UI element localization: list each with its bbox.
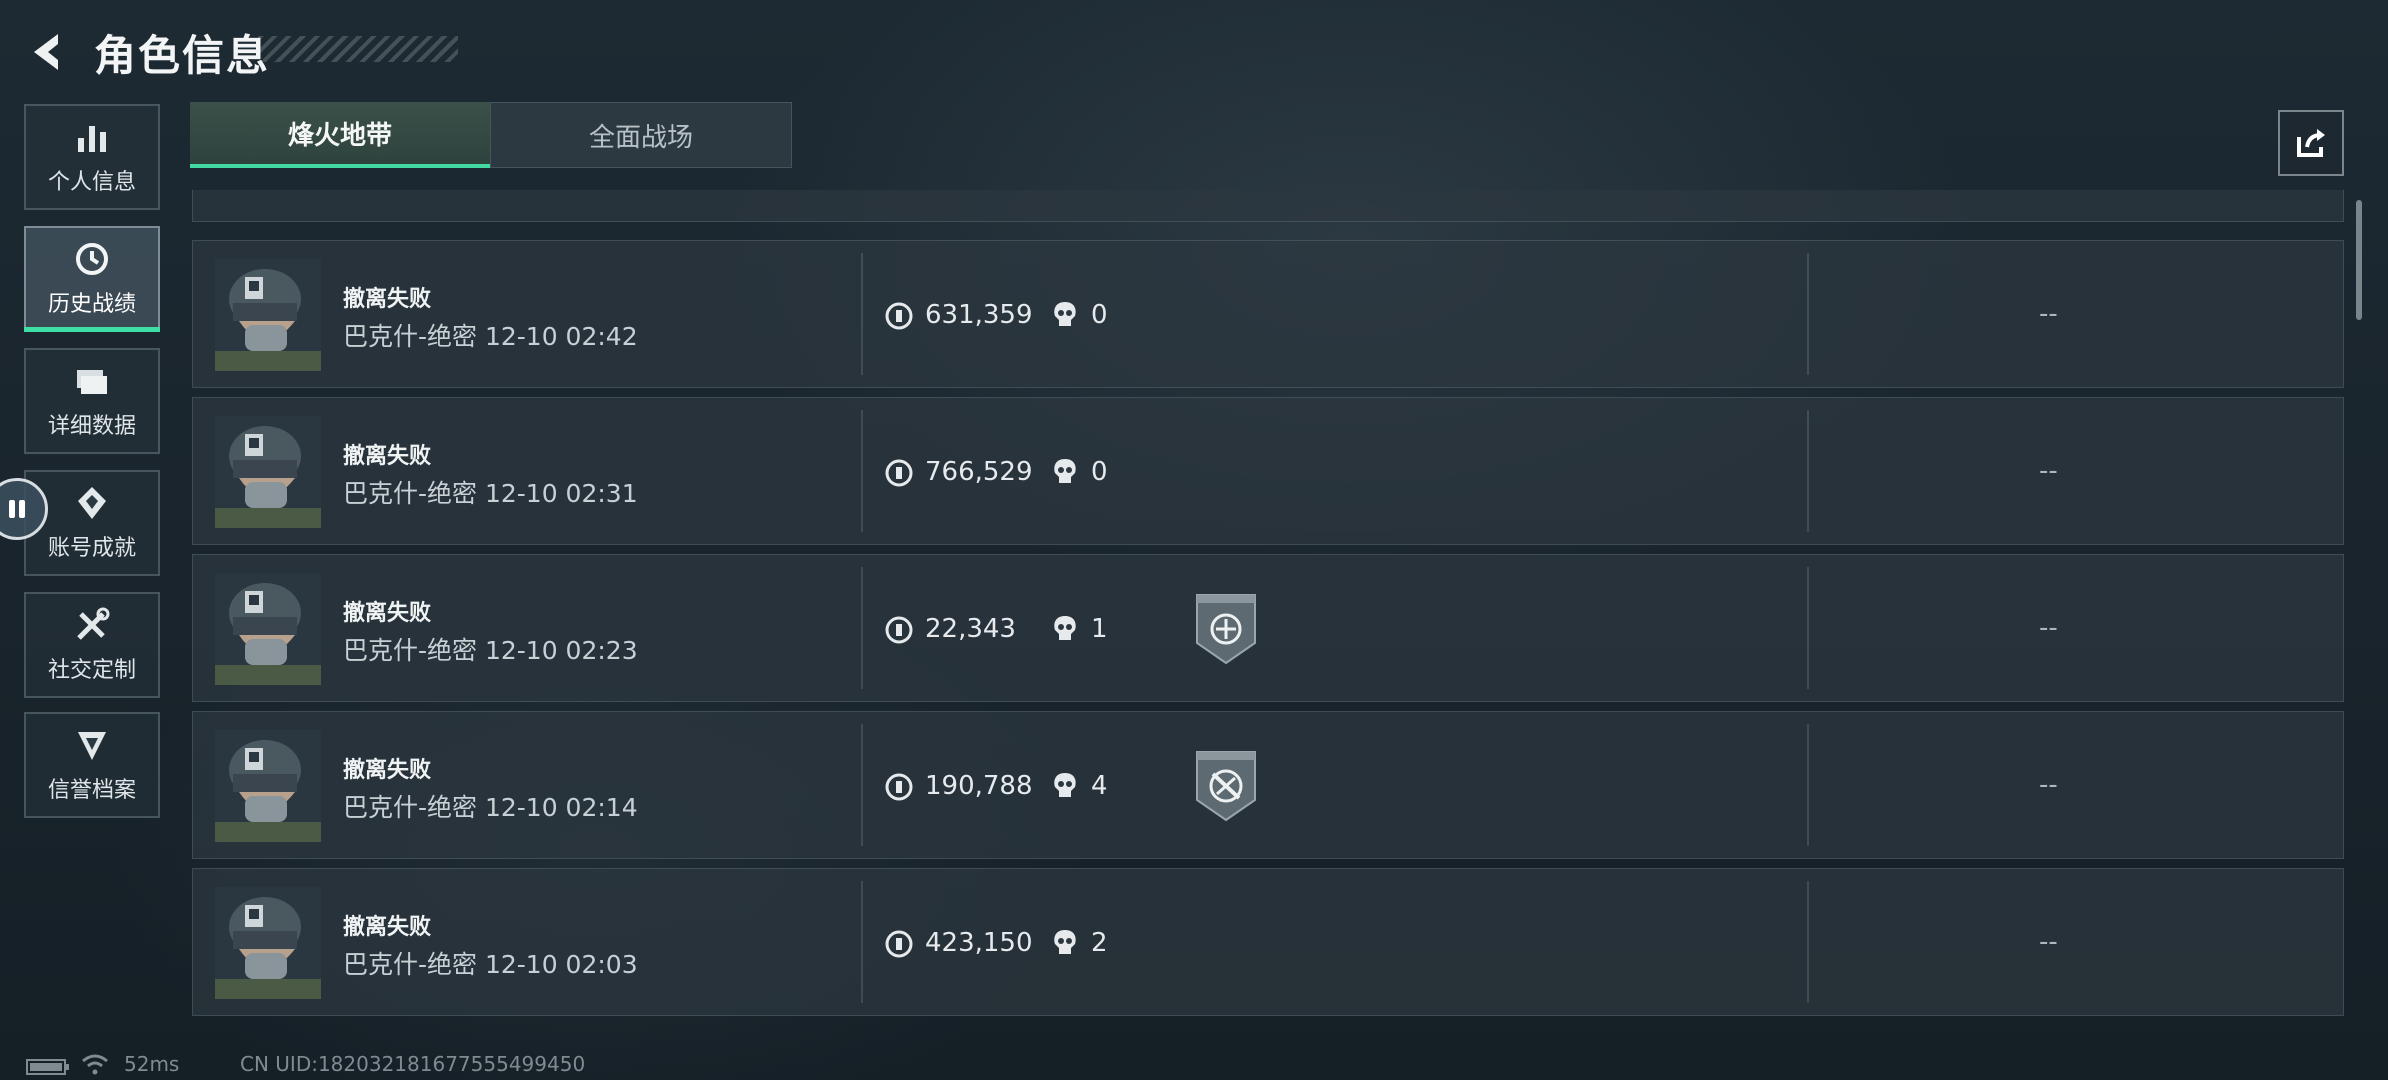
record-map-time: 巴克什-绝密 12-10 02:23 [343, 636, 638, 665]
record-row[interactable]: 撤离失败 巴克什-绝密 12-10 02:23 22,343 1 -- [192, 554, 2344, 702]
record-result: -- [2039, 456, 2058, 486]
tools-icon [77, 607, 110, 640]
record-kills: 0 [1091, 457, 1108, 487]
coin-icon [885, 459, 913, 487]
achievement-icon [78, 487, 106, 519]
sidebar-item-reputation[interactable]: 信誉档案 [24, 712, 160, 818]
record-title: 撤离失败 [343, 915, 432, 940]
sidebar-item-label: 信誉档案 [47, 778, 136, 803]
operator-avatar [215, 573, 321, 685]
record-map-time: 巴克什-绝密 12-10 02:03 [343, 950, 638, 979]
record-kills: 4 [1091, 771, 1108, 801]
page-title: 角色信息 [94, 31, 271, 80]
record-title: 撤离失败 [343, 758, 432, 783]
folder-icon [77, 370, 107, 394]
mode-tabs: 烽火地带 全面战场 [190, 102, 792, 168]
coin-icon [885, 302, 913, 330]
record-kills: 1 [1091, 614, 1108, 644]
sidebar-item-profile[interactable]: 个人信息 [24, 104, 160, 210]
record-title: 撤离失败 [343, 444, 432, 469]
record-value: 631,359 [925, 300, 1033, 330]
record-map-time: 巴克什-绝密 12-10 02:31 [343, 479, 638, 508]
bar-chart-icon [78, 126, 106, 152]
operator-avatar [215, 416, 321, 528]
coin-icon [885, 616, 913, 644]
record-title: 撤离失败 [343, 601, 432, 626]
skull-icon [1054, 930, 1076, 954]
list-scrollbar[interactable] [2356, 200, 2362, 320]
coin-icon [885, 773, 913, 801]
record-kills: 2 [1091, 928, 1108, 958]
coin-icon [885, 930, 913, 958]
title-decoration [258, 36, 458, 62]
operator-avatar [215, 887, 321, 999]
record-title: 撤离失败 [343, 287, 432, 312]
sidebar-item-history[interactable]: 历史战绩 [24, 226, 160, 332]
skull-icon [1054, 302, 1076, 326]
history-clock-icon [76, 243, 108, 275]
share-button[interactable] [2278, 110, 2344, 176]
ping-value: 52ms [124, 1052, 180, 1076]
no-weapon-badge-icon[interactable] [1193, 748, 1259, 824]
record-value: 22,343 [925, 614, 1016, 644]
crosshair-badge-icon[interactable] [1193, 591, 1259, 667]
record-map-time: 巴克什-绝密 12-10 02:14 [343, 793, 638, 822]
record-map-time: 巴克什-绝密 12-10 02:42 [343, 322, 638, 351]
record-value: 190,788 [925, 771, 1033, 801]
record-row[interactable]: 撤离失败 巴克什-绝密 12-10 02:14 190,788 4 -- [192, 711, 2344, 859]
sidebar-item-details[interactable]: 详细数据 [24, 348, 160, 454]
record-result: -- [2039, 299, 2058, 329]
record-value: 423,150 [925, 928, 1033, 958]
record-list[interactable]: 撤离失败 巴克什-绝密 12-10 02:42 631,359 0 -- 撤离失… [192, 190, 2344, 1030]
wifi-icon [82, 1054, 108, 1075]
record-row[interactable]: 撤离失败 巴克什-绝密 12-10 02:31 766,529 0 -- [192, 397, 2344, 545]
operator-avatar [215, 259, 321, 371]
sidebar-item-label: 账号成就 [47, 536, 136, 561]
operator-avatar [215, 730, 321, 842]
record-row[interactable]: 撤离失败 巴克什-绝密 12-10 02:42 631,359 0 -- [192, 240, 2344, 388]
battery-icon [26, 1059, 69, 1075]
sidebar-item-social[interactable]: 社交定制 [24, 592, 160, 698]
skull-icon [1054, 459, 1076, 483]
sidebar-item-label: 社交定制 [47, 658, 136, 683]
sidebar-item-label: 历史战绩 [47, 292, 136, 317]
back-arrow-icon[interactable] [26, 30, 70, 74]
tab-fenghuo[interactable]: 烽火地带 [190, 102, 490, 168]
sidebar-item-label: 详细数据 [47, 414, 136, 439]
record-result: -- [2039, 613, 2058, 643]
sidebar-item-label: 个人信息 [47, 170, 136, 195]
record-row[interactable]: 撤离失败 巴克什-绝密 12-10 02:03 423,150 2 -- [192, 868, 2344, 1016]
record-kills: 0 [1091, 300, 1108, 330]
record-row-partial[interactable] [192, 190, 2344, 222]
share-icon [2297, 129, 2325, 157]
skull-icon [1054, 616, 1076, 640]
user-uid: CN UID:182032181677555499450 [240, 1052, 586, 1076]
record-result: -- [2039, 927, 2058, 957]
tab-full-battlefield[interactable]: 全面战场 [490, 102, 792, 168]
skull-icon [1054, 773, 1076, 797]
reputation-icon [78, 732, 106, 760]
record-value: 766,529 [925, 457, 1033, 487]
record-result: -- [2039, 770, 2058, 800]
pause-icon [9, 500, 25, 518]
